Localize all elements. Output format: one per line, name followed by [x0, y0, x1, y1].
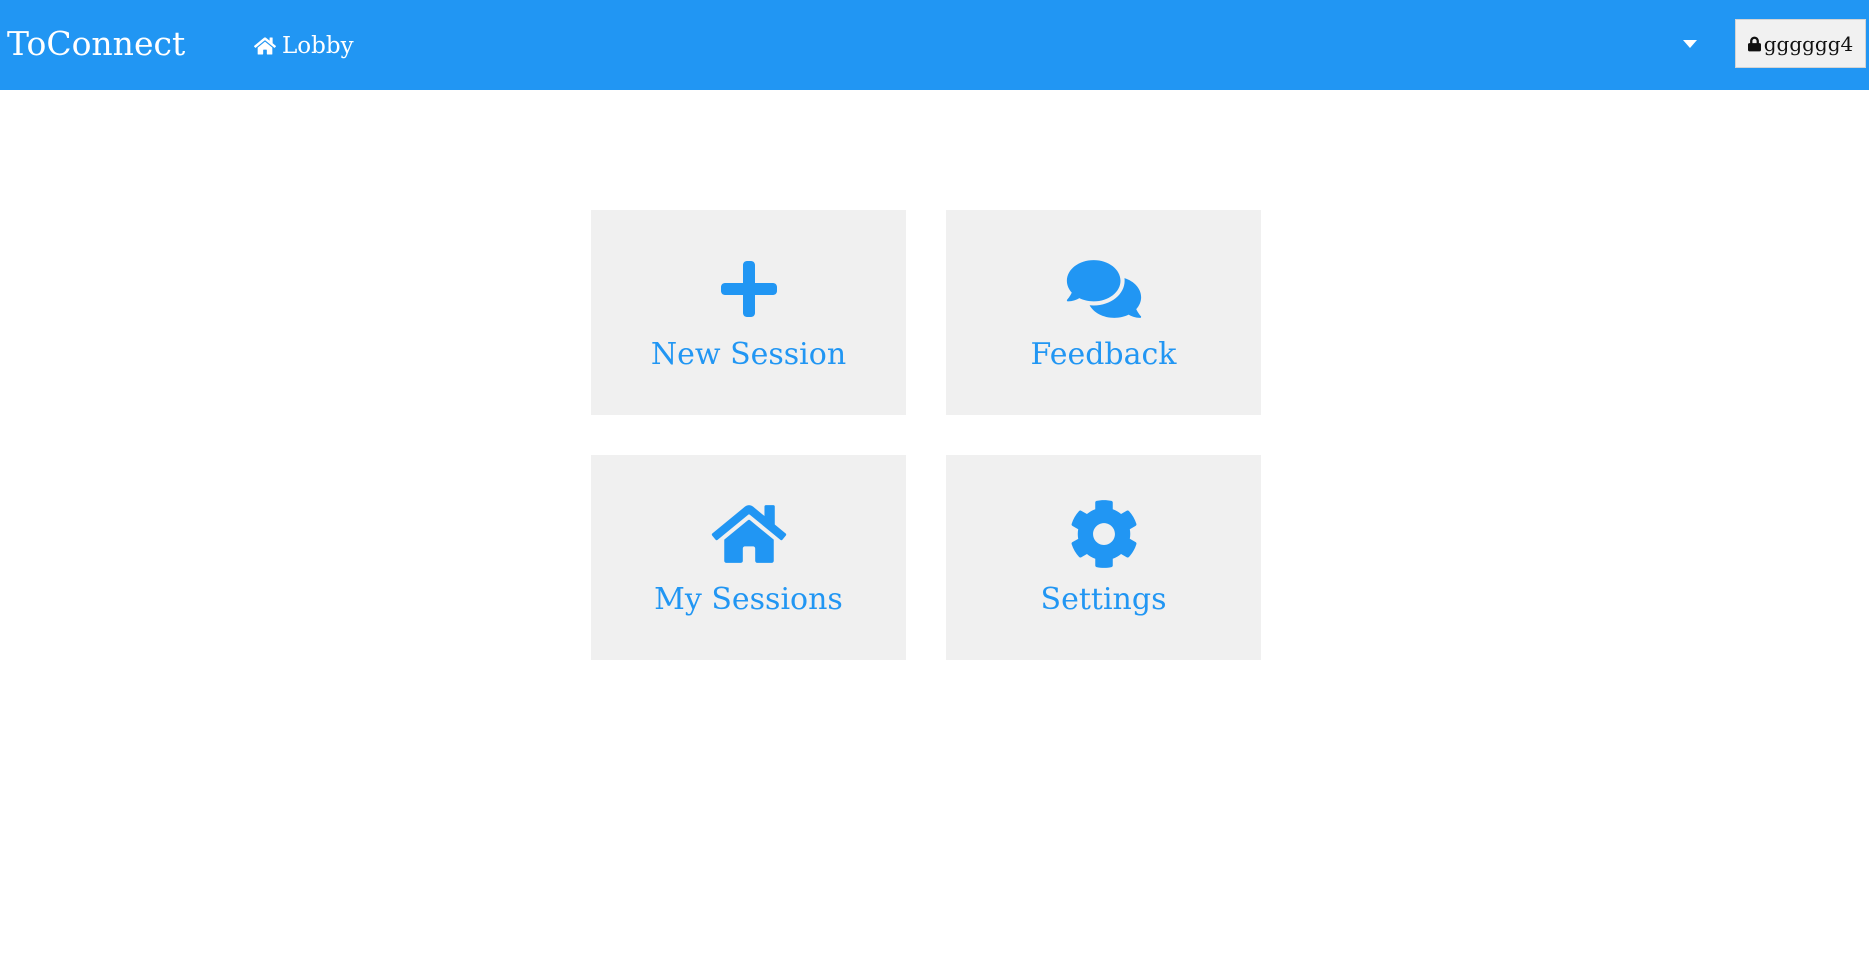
plus-icon [720, 261, 777, 317]
top-navbar: ToConnect Lobby gggggg4 [0, 0, 1869, 90]
nav-lobby-link[interactable]: Lobby [254, 28, 354, 64]
tile-new-session-label: New Session [650, 337, 847, 372]
brand-logo[interactable]: ToConnect [7, 22, 185, 66]
tile-my-sessions[interactable]: My Sessions [591, 455, 906, 660]
user-account-button[interactable]: gggggg4 [1735, 19, 1866, 68]
tile-settings-label: Settings [1040, 582, 1167, 617]
tile-new-session[interactable]: New Session [591, 210, 906, 415]
tile-settings[interactable]: Settings [946, 455, 1261, 660]
comments-icon [1066, 260, 1141, 318]
user-name: gggggg4 [1763, 31, 1854, 56]
tile-my-sessions-label: My Sessions [654, 582, 843, 617]
nav-lobby-label: Lobby [282, 33, 354, 59]
gear-icon [1071, 500, 1136, 568]
tile-feedback-label: Feedback [1030, 337, 1177, 372]
tile-feedback[interactable]: Feedback [946, 210, 1261, 415]
home-icon [711, 505, 786, 563]
home-icon [254, 37, 276, 55]
lock-icon [1747, 36, 1761, 51]
user-dropdown-toggle[interactable] [1678, 34, 1702, 54]
caret-down-icon [1683, 40, 1697, 48]
